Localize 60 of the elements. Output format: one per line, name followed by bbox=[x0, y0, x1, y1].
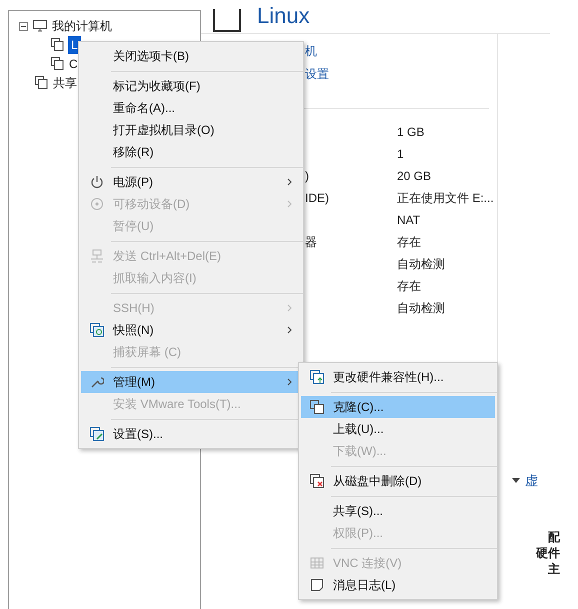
settings-icon bbox=[90, 427, 104, 441]
shared-icon bbox=[35, 76, 48, 89]
detail-label: IDE) bbox=[305, 191, 329, 205]
section-title[interactable]: 虚 bbox=[525, 471, 538, 490]
chevron-icon bbox=[287, 326, 293, 334]
detail-value: 自动检测 bbox=[397, 256, 445, 273]
detail-value: 20 GB bbox=[397, 168, 432, 185]
clone-icon bbox=[310, 400, 324, 414]
upgrade-icon bbox=[310, 370, 324, 384]
menu-item[interactable]: 管理(M) bbox=[81, 371, 301, 393]
section-label: 硬件 bbox=[536, 544, 560, 560]
detail-label: 器 bbox=[305, 235, 317, 249]
menu-item[interactable]: 重命名(A)... bbox=[81, 97, 301, 119]
vm-link[interactable]: 机 bbox=[305, 42, 497, 60]
wrench-icon bbox=[90, 375, 104, 389]
vm-icon bbox=[51, 57, 64, 70]
menu-item[interactable]: 电源(P) bbox=[81, 171, 301, 193]
network-icon bbox=[90, 249, 104, 263]
menu-item[interactable]: 设置(S)... bbox=[81, 423, 301, 445]
collapse-icon[interactable] bbox=[19, 22, 28, 30]
expand-triangle-icon bbox=[512, 478, 520, 484]
delete-icon bbox=[310, 474, 324, 488]
log-icon bbox=[310, 578, 324, 592]
monitor-icon bbox=[33, 20, 47, 32]
chevron-icon bbox=[287, 200, 293, 208]
menu-item[interactable]: 从磁盘中删除(D) bbox=[301, 470, 495, 492]
section-label: 主 bbox=[548, 560, 560, 576]
snapshot-icon bbox=[90, 323, 104, 337]
detail-value: 存在 bbox=[397, 278, 421, 295]
vm-icon bbox=[51, 38, 64, 51]
detail-value: 1 bbox=[397, 146, 404, 163]
detail-value: 自动检测 bbox=[397, 300, 445, 317]
power-icon bbox=[90, 175, 104, 189]
tree-item[interactable]: C bbox=[68, 54, 79, 72]
vm-link[interactable]: 设置 bbox=[305, 65, 497, 83]
menu-item[interactable]: 快照(N) bbox=[81, 319, 301, 341]
disc-icon bbox=[90, 197, 104, 211]
detail-value: NAT bbox=[397, 212, 420, 229]
tree-label[interactable]: 共享 bbox=[53, 74, 77, 92]
menu-item[interactable]: 共享(S)... bbox=[301, 500, 495, 522]
section-label: 配 bbox=[548, 528, 560, 544]
detail-value: 1 GB bbox=[397, 124, 424, 141]
chevron-icon bbox=[287, 378, 293, 386]
menu-item[interactable]: 克隆(C)... bbox=[301, 396, 495, 418]
chevron-icon bbox=[287, 178, 293, 186]
menu-item[interactable]: 消息日志(L) bbox=[301, 574, 495, 596]
menu-item[interactable]: 更改硬件兼容性(H)... bbox=[301, 366, 495, 388]
detail-label: ) bbox=[305, 169, 309, 183]
menu-item[interactable]: 移除(R) bbox=[81, 141, 301, 163]
menu-item[interactable]: 标记为收藏项(F) bbox=[81, 75, 301, 97]
tree-label[interactable]: 我的计算机 bbox=[52, 17, 112, 35]
detail-value: 存在 bbox=[397, 234, 421, 251]
menu-item[interactable]: 关闭选项卡(B) bbox=[81, 45, 301, 67]
menu-item[interactable]: 打开虚拟机目录(O) bbox=[81, 119, 301, 141]
vm-icon bbox=[213, 9, 241, 33]
vm-title: Linux bbox=[257, 5, 310, 27]
menu-item[interactable]: 上载(U)... bbox=[301, 418, 495, 440]
chevron-icon bbox=[287, 304, 293, 312]
detail-value: 正在使用文件 E:... bbox=[397, 190, 494, 207]
grid-icon bbox=[310, 556, 324, 570]
